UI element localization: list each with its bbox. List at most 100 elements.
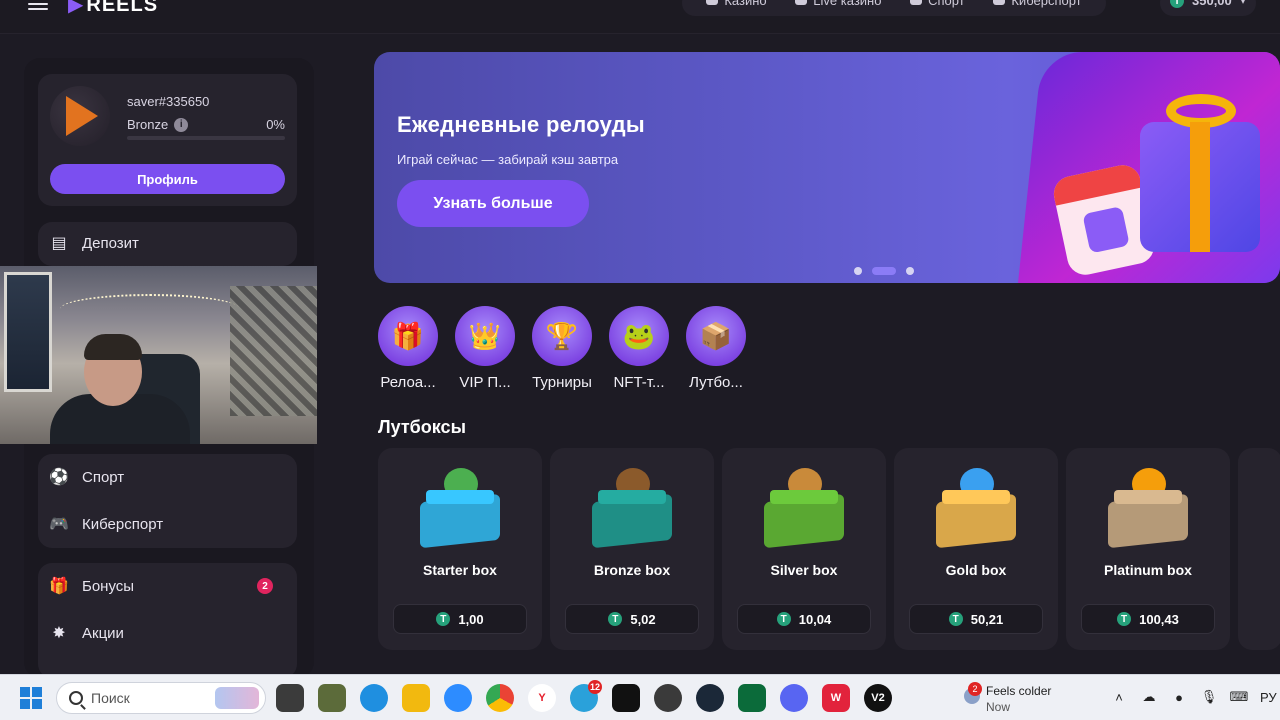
sidebar-item-sport[interactable]: ⚽ Спорт: [49, 468, 124, 487]
lootbox-price-button[interactable]: T 50,21: [909, 604, 1043, 634]
yandex-browser-icon[interactable]: Y: [528, 684, 556, 712]
star-icon: ✸: [52, 625, 66, 642]
live-icon: [795, 0, 808, 5]
lootbox-image: [936, 468, 1016, 549]
banner-title: Ежедневные релоуды: [397, 112, 646, 137]
room-window: [4, 272, 52, 392]
discord-icon[interactable]: [780, 684, 808, 712]
file-explorer-icon[interactable]: [402, 684, 430, 712]
zoom-icon[interactable]: [444, 684, 472, 712]
task-view-icon[interactable]: [276, 684, 304, 712]
balance-dropdown[interactable]: T 350,00 ▾: [1160, 0, 1256, 16]
wps-icon[interactable]: W: [822, 684, 850, 712]
category-lootboxes[interactable]: 📦 Лутбо...: [686, 306, 746, 391]
lootbox-price-button[interactable]: T 5,02: [565, 604, 699, 634]
lootbox-card[interactable]: Platinum box T 100,43: [1066, 448, 1230, 650]
sidebar-item-deposit[interactable]: ▤ Депозит: [50, 234, 139, 253]
lootbox-name: Platinum box: [1104, 562, 1192, 578]
person-hair: [84, 334, 142, 360]
search-highlight-image: [215, 687, 259, 709]
gamepad-icon: 🎮: [49, 516, 69, 533]
search-icon: [69, 691, 83, 705]
lootbox-card[interactable]: Silver box T 10,04: [722, 448, 886, 650]
lootbox-name: Gold box: [945, 562, 1007, 578]
sidebar-item-esport[interactable]: 🎮 Киберспорт: [49, 515, 163, 534]
menu-icon[interactable]: [28, 0, 48, 12]
learn-more-button[interactable]: Узнать больше: [397, 180, 589, 227]
sport-card: ⚽ Спорт 🎮 Киберспорт: [38, 454, 297, 548]
section-title-lootboxes: Лутбоксы: [378, 417, 466, 437]
nft-mascot-icon: 🐸: [609, 306, 669, 366]
balance-value: 350,00: [1192, 0, 1232, 8]
lootbox-price-button[interactable]: T 1,00: [393, 604, 527, 634]
deposit-card: ▤ Депозит: [38, 222, 297, 266]
app-tray-icon[interactable]: ●: [1170, 688, 1188, 706]
nav-live-casino[interactable]: Live казино: [795, 0, 881, 8]
lootbox-card[interactable]: Starter box T 1,00: [378, 448, 542, 650]
onedrive-icon[interactable]: ☁: [1140, 688, 1158, 706]
taskbar-search[interactable]: Поиск: [56, 682, 266, 714]
lootbox-price-button[interactable]: T 100,43: [1081, 604, 1215, 634]
category-row: 🎁 Релоа... 👑 VIP П... 🏆 Турниры 🐸 NFT-т.…: [378, 306, 746, 391]
carousel-dot[interactable]: [872, 267, 896, 275]
rank-progress-bar: [127, 136, 285, 140]
lootbox-image: [592, 468, 672, 549]
chrome-icon[interactable]: [486, 684, 514, 712]
sidebar-item-bonuses[interactable]: 🎁 Бонусы 2: [49, 577, 285, 595]
nav-sport[interactable]: Спорт: [910, 0, 965, 8]
chevron-down-icon: ▾: [1240, 0, 1247, 8]
keyboard-icon[interactable]: ⌨: [1230, 688, 1249, 706]
bronze-rank-icon: [66, 96, 98, 136]
gift-icon: 🎁: [378, 306, 438, 366]
app-green-icon[interactable]: [738, 684, 766, 712]
profile-button[interactable]: Профиль: [50, 164, 285, 194]
v2-app-icon[interactable]: V2: [864, 684, 892, 712]
obs-icon[interactable]: [654, 684, 682, 712]
lootbox-card[interactable]: Gold box T 50,21: [894, 448, 1058, 650]
gift-icon: 🎁: [49, 578, 69, 595]
info-icon[interactable]: i: [174, 117, 189, 132]
lootbox-card[interactable]: Bronze box T 5,02: [550, 448, 714, 650]
lootbox-price-button[interactable]: T 10,04: [737, 604, 871, 634]
promo-banner[interactable]: Ежедневные релоуды Играй сейчас — забира…: [374, 52, 1280, 283]
gift-icon: [1140, 94, 1260, 252]
carousel-dots: [854, 267, 914, 275]
gamepad-icon: [993, 0, 1006, 5]
system-tray: ˄ ☁ ● 🎙 ⌨ РУ: [1110, 688, 1277, 706]
lootbox-name: Silver box: [770, 562, 838, 578]
rank-label: Bronze i: [127, 117, 189, 132]
ball-icon: [910, 0, 923, 5]
category-vip[interactable]: 👑 VIP П...: [455, 306, 515, 391]
carousel-dot[interactable]: [854, 267, 862, 275]
bonuses-badge: 2: [257, 578, 273, 594]
edge-icon[interactable]: [360, 684, 388, 712]
string-lights: [60, 294, 240, 324]
tether-icon: T: [436, 612, 451, 626]
widgets-icon[interactable]: [318, 684, 346, 712]
microphone-icon[interactable]: 🎙: [1200, 688, 1218, 706]
ball-icon: ⚽: [49, 469, 69, 486]
tether-icon: T: [776, 612, 791, 626]
capcut-icon[interactable]: [612, 684, 640, 712]
category-reloads[interactable]: 🎁 Релоа...: [378, 306, 438, 391]
tether-icon: T: [608, 612, 623, 626]
nav-esport[interactable]: Киберспорт: [993, 0, 1082, 8]
sidebar-item-promos[interactable]: ✸ Акции: [50, 624, 124, 643]
logo[interactable]: ▶ REELS: [68, 0, 158, 17]
carousel-dot[interactable]: [906, 267, 914, 275]
chevron-up-icon[interactable]: ˄: [1110, 688, 1128, 706]
vip-crown-icon: 👑: [455, 306, 515, 366]
windows-start-icon[interactable]: [20, 687, 42, 709]
category-nft[interactable]: 🐸 NFT-т...: [609, 306, 669, 391]
language-indicator[interactable]: РУ: [1260, 690, 1277, 705]
lootbox-image: [420, 468, 500, 549]
lootbox-card-partial[interactable]: [1238, 448, 1280, 650]
lootbox-icon: 📦: [686, 306, 746, 366]
bonus-card: 🎁 Бонусы 2 ✸ Акции: [38, 563, 297, 678]
telegram-icon[interactable]: 12: [570, 680, 602, 712]
avatar[interactable]: [50, 86, 110, 146]
main-nav: Казино Live казино Спорт Киберспорт: [682, 0, 1106, 16]
nav-casino[interactable]: Казино: [706, 0, 767, 8]
category-tournaments[interactable]: 🏆 Турниры: [532, 306, 592, 391]
steam-icon[interactable]: [696, 684, 724, 712]
